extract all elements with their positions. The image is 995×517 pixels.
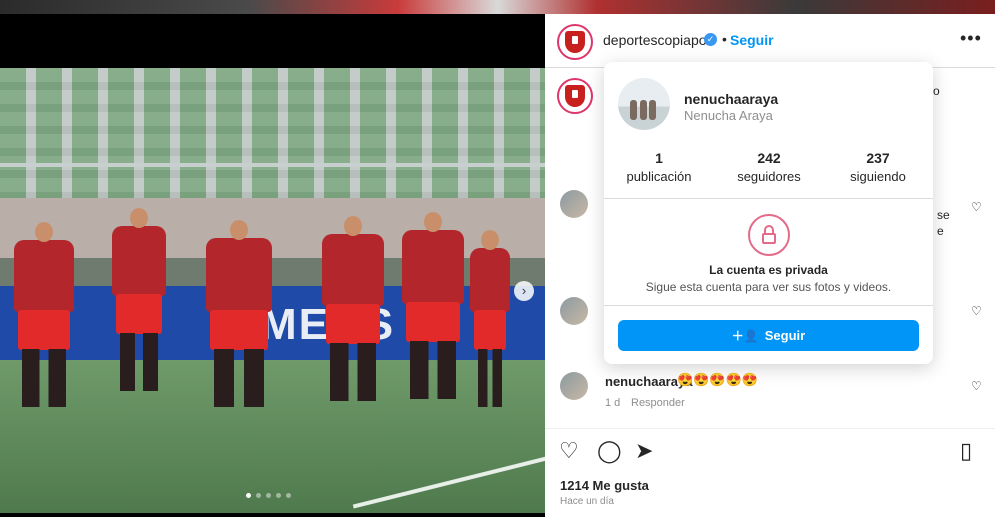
- separator-dot: •: [722, 31, 727, 47]
- club-crest-icon: [565, 85, 585, 107]
- pitch: [0, 360, 545, 513]
- post-photo[interactable]: MEDS: [0, 68, 545, 513]
- private-account-title: La cuenta es privada: [709, 263, 828, 277]
- carousel-next-icon[interactable]: ›: [514, 281, 534, 301]
- save-bookmark-icon[interactable]: ▯: [960, 440, 972, 462]
- more-options-icon[interactable]: •••: [960, 28, 982, 49]
- player: [14, 222, 74, 407]
- carousel-dot: [286, 493, 291, 498]
- stat-label: siguiendo: [850, 169, 906, 184]
- follow-button[interactable]: ＋👤 Seguir: [618, 320, 919, 351]
- profile-full-name: Nenucha Araya: [684, 108, 773, 123]
- like-heart-icon[interactable]: ♡: [559, 440, 579, 462]
- carousel-dots: [246, 493, 291, 498]
- comment-time[interactable]: 1 d: [605, 397, 620, 409]
- carousel-dot: [246, 493, 251, 498]
- commenter-avatar[interactable]: [560, 372, 588, 400]
- verified-badge-icon: ✓: [704, 33, 717, 46]
- comment-text-fragment: e: [937, 224, 944, 238]
- profile-hover-card: nenuchaaraya Nenucha Araya 1 publicación…: [604, 62, 933, 364]
- carousel-dot: [266, 493, 271, 498]
- likes-count[interactable]: 1214 Me gusta: [560, 478, 649, 493]
- stat-following: 237 siguiendo: [823, 150, 933, 184]
- stat-value: 1: [655, 150, 663, 166]
- stadium-rail: [0, 163, 545, 167]
- add-user-icon: ＋👤: [731, 329, 759, 343]
- stat-label: seguidores: [737, 169, 801, 184]
- player: [402, 212, 464, 399]
- post-header: deportescopiapo ✓ • Seguir •••: [545, 14, 995, 68]
- comment-reply-button[interactable]: Responder: [631, 397, 685, 409]
- caption-avatar[interactable]: [557, 78, 593, 114]
- stadium-seats: [0, 68, 545, 198]
- actions-divider: [545, 428, 995, 429]
- stat-value: 237: [866, 150, 890, 166]
- private-account-subtitle: Sigue esta cuenta para ver sus fotos y v…: [645, 280, 892, 294]
- commenter-avatar[interactable]: [560, 297, 588, 325]
- comment-text-fragment: se: [937, 208, 950, 222]
- caption-text-fragment: o: [933, 84, 940, 98]
- comment-like-heart-icon[interactable]: ♡: [971, 379, 982, 393]
- stat-label: publicación: [626, 169, 692, 184]
- card-divider: [604, 305, 933, 306]
- comment-bubble-icon[interactable]: ◯: [597, 440, 622, 462]
- follow-button-label: Seguir: [764, 328, 806, 343]
- header-username[interactable]: deportescopiapo: [603, 32, 707, 48]
- profile-avatar[interactable]: [618, 78, 670, 130]
- post-timestamp: Hace un día: [560, 496, 614, 507]
- card-divider: [604, 198, 933, 199]
- header-follow-button[interactable]: Seguir: [730, 32, 774, 48]
- commenter-avatar[interactable]: [560, 190, 588, 218]
- player: [112, 208, 166, 391]
- player: [322, 216, 384, 401]
- stat-followers: 242 seguidores: [714, 150, 824, 184]
- share-send-icon[interactable]: ➤: [635, 440, 653, 462]
- carousel-dot: [276, 493, 281, 498]
- comment-like-heart-icon[interactable]: ♡: [971, 200, 982, 214]
- club-crest-icon: [565, 31, 585, 53]
- stat-value: 242: [757, 150, 781, 166]
- profile-username[interactable]: nenuchaaraya: [684, 91, 778, 107]
- carousel-dot: [256, 493, 261, 498]
- lock-icon: [748, 214, 790, 256]
- comment-like-heart-icon[interactable]: ♡: [971, 304, 982, 318]
- player: [470, 230, 510, 407]
- player: [206, 220, 272, 407]
- comment-text: 😍😍😍😍😍: [677, 372, 758, 387]
- account-avatar[interactable]: [557, 24, 593, 60]
- background-strip: [0, 0, 995, 14]
- stat-posts: 1 publicación: [604, 150, 714, 184]
